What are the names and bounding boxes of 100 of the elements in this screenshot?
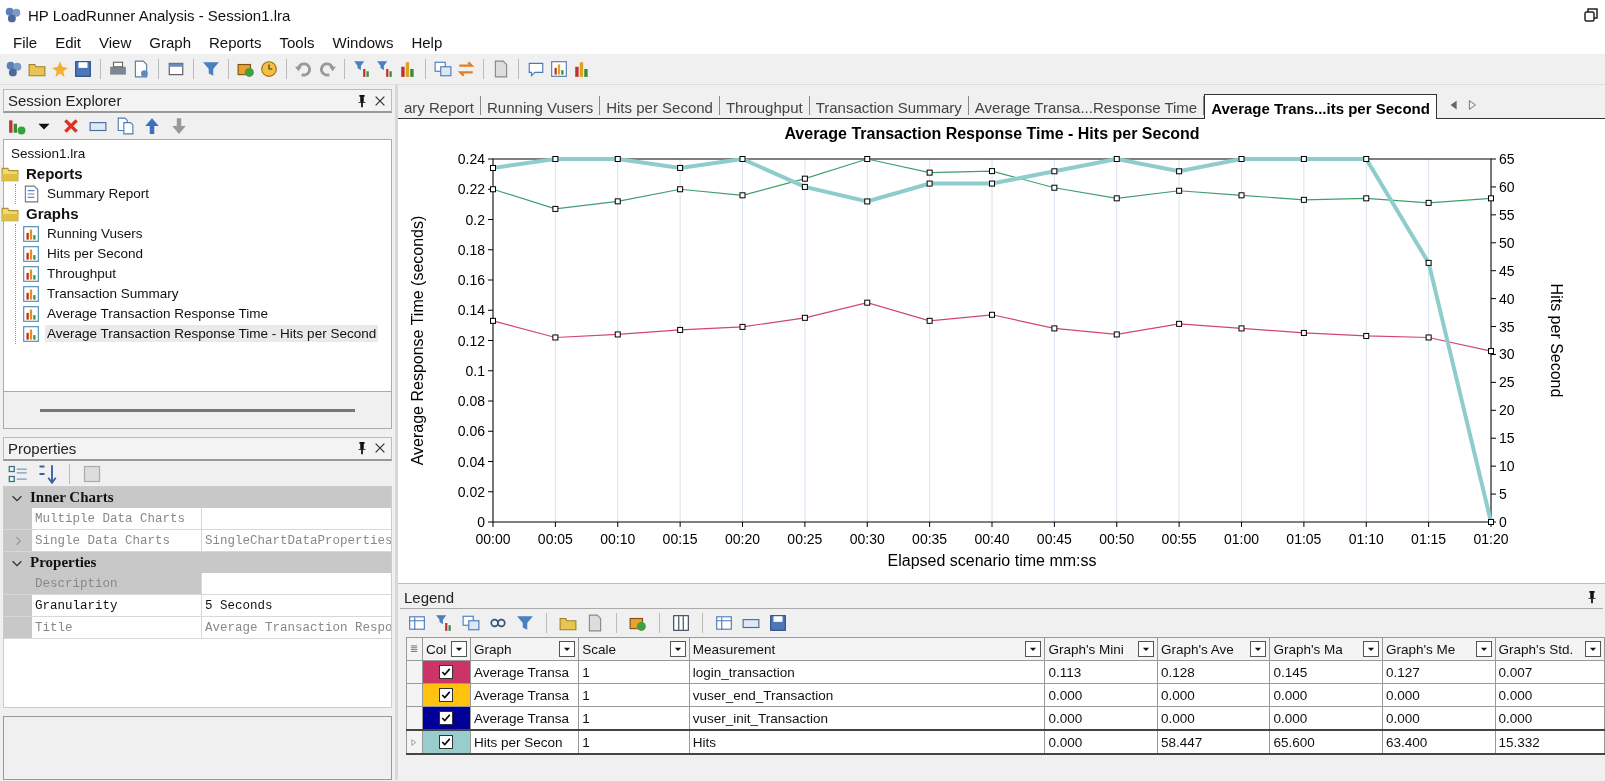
property-value: SingleChartDataProperties	[205, 533, 391, 548]
add-chart-icon[interactable]	[8, 117, 26, 136]
tick-label: 0.16	[457, 272, 485, 288]
category-label: Properties	[30, 554, 97, 572]
delete-icon[interactable]	[62, 117, 80, 136]
dropdown-button[interactable]	[450, 641, 467, 657]
tree-item[interactable]: Reports	[24, 164, 85, 184]
tick-label: 01:10	[1348, 531, 1384, 547]
dropdown-button[interactable]	[1475, 641, 1492, 657]
bar-chart-icon[interactable]	[573, 60, 591, 78]
property-name[interactable]: Granularity	[32, 595, 202, 617]
tab[interactable]: Running Vusers	[481, 96, 601, 115]
checkbox[interactable]	[439, 735, 454, 749]
tab[interactable]: Transaction Summary	[809, 96, 969, 115]
row-header[interactable]	[406, 730, 423, 754]
table-cell: 0.145	[1269, 660, 1383, 684]
tab[interactable]: Throughput	[719, 96, 810, 115]
tick-label: 55	[1499, 206, 1515, 223]
menu-item[interactable]: File	[4, 33, 47, 51]
copy-icon[interactable]	[116, 117, 134, 136]
tree-item[interactable]: Transaction Summary	[45, 285, 181, 303]
tree-item[interactable]: Hits per Second	[45, 245, 146, 263]
dropdown-button[interactable]	[1585, 641, 1601, 657]
tree-item[interactable]: Average Transaction Response Time	[45, 305, 271, 323]
page-icon[interactable]	[492, 60, 510, 78]
table-cell: Average Transa	[470, 683, 579, 707]
categorized-icon[interactable]	[8, 463, 28, 484]
table-cell: 0.007	[1495, 660, 1605, 684]
dropdown-button[interactable]	[1137, 641, 1154, 657]
bar-chart-icon[interactable]	[399, 60, 417, 78]
tab[interactable]: ary Report	[398, 96, 482, 115]
columns-icon[interactable]	[672, 614, 690, 632]
document-icon[interactable]	[132, 60, 150, 78]
table-icon[interactable]	[408, 614, 426, 632]
dropdown-button[interactable]	[559, 641, 576, 657]
compare-icon[interactable]	[434, 60, 452, 78]
tree-chart-icon	[22, 244, 40, 263]
dropdown-button[interactable]	[1363, 641, 1379, 657]
tab[interactable]: Hits per Second	[600, 96, 720, 115]
menu-item[interactable]: Graph	[140, 33, 200, 51]
dropdown-button[interactable]	[1025, 641, 1042, 657]
tick-label: 0.2	[465, 211, 485, 228]
menu-item[interactable]: Tools	[270, 33, 324, 51]
tick-label: 0.1	[465, 362, 485, 379]
list-icon[interactable]	[409, 644, 419, 654]
chart-filter-icon[interactable]	[435, 614, 453, 632]
restore-icon[interactable]	[1583, 7, 1599, 23]
swap-icon[interactable]	[457, 60, 475, 78]
filter-icon[interactable]	[516, 614, 534, 632]
tree-item[interactable]: Average Transaction Response Time - Hits per Second	[45, 325, 379, 343]
save-icon[interactable]	[74, 60, 92, 78]
table-cell: Hits	[689, 730, 1045, 754]
comment-icon[interactable]	[527, 60, 545, 78]
star-icon[interactable]	[51, 60, 69, 78]
chart-filter-icon[interactable]	[376, 60, 394, 78]
page-icon[interactable]	[586, 614, 604, 632]
sort-icon[interactable]	[37, 463, 57, 484]
chart-filter-icon[interactable]	[353, 60, 371, 78]
checkbox[interactable]	[439, 688, 454, 702]
tick-label: 25	[1499, 374, 1515, 391]
tick-label: 0.08	[457, 393, 485, 409]
tree-chart-icon	[22, 324, 40, 343]
tick-label: 15	[1499, 430, 1515, 447]
dropdown-button[interactable]	[1250, 641, 1267, 657]
chart-icon[interactable]	[550, 60, 568, 78]
table-cell: 0.000	[1044, 730, 1158, 754]
table-cell: 0.113	[1044, 660, 1158, 684]
tick-label: 01:15	[1411, 531, 1447, 547]
tree-item[interactable]: Throughput	[45, 265, 119, 283]
menu-item[interactable]: Help	[402, 33, 452, 51]
report-icon	[22, 184, 40, 203]
compare-icon[interactable]	[462, 614, 480, 632]
window-icon[interactable]	[167, 60, 185, 78]
save-icon[interactable]	[769, 614, 787, 632]
tab[interactable]: Average Trans...its per Second	[1204, 94, 1437, 119]
axis-title: Hits per Second	[1548, 283, 1565, 398]
tree-item[interactable]: Running Vusers	[45, 225, 145, 243]
menu-item[interactable]: View	[90, 33, 141, 51]
table-icon[interactable]	[715, 614, 733, 632]
tree-item[interactable]: Graphs	[24, 204, 81, 224]
tree-item[interactable]: Session1.lra	[9, 145, 88, 163]
tree-item[interactable]: Summary Report	[45, 185, 152, 203]
check-icon	[441, 667, 452, 677]
dropdown-button[interactable]	[669, 641, 686, 657]
menu-item[interactable]: Edit	[46, 33, 91, 51]
row-header[interactable]	[406, 706, 423, 730]
column-header[interactable]: Measurement	[692, 641, 776, 657]
cluster-icon[interactable]	[5, 60, 23, 78]
print-icon[interactable]	[109, 60, 127, 78]
menu-item[interactable]: Windows	[323, 33, 403, 51]
tick-label: 50	[1499, 234, 1515, 251]
tick-label: 0	[1499, 514, 1507, 530]
horizontal-scrollbar[interactable]	[40, 408, 355, 412]
checkbox[interactable]	[439, 711, 454, 725]
clock-icon[interactable]	[260, 60, 278, 78]
checkbox[interactable]	[439, 665, 454, 679]
table-cell: vuser_end_Transaction	[689, 683, 1045, 707]
filter-icon[interactable]	[202, 60, 220, 78]
menu-item[interactable]: Reports	[200, 33, 271, 51]
up-arrow-icon[interactable]	[143, 117, 161, 136]
